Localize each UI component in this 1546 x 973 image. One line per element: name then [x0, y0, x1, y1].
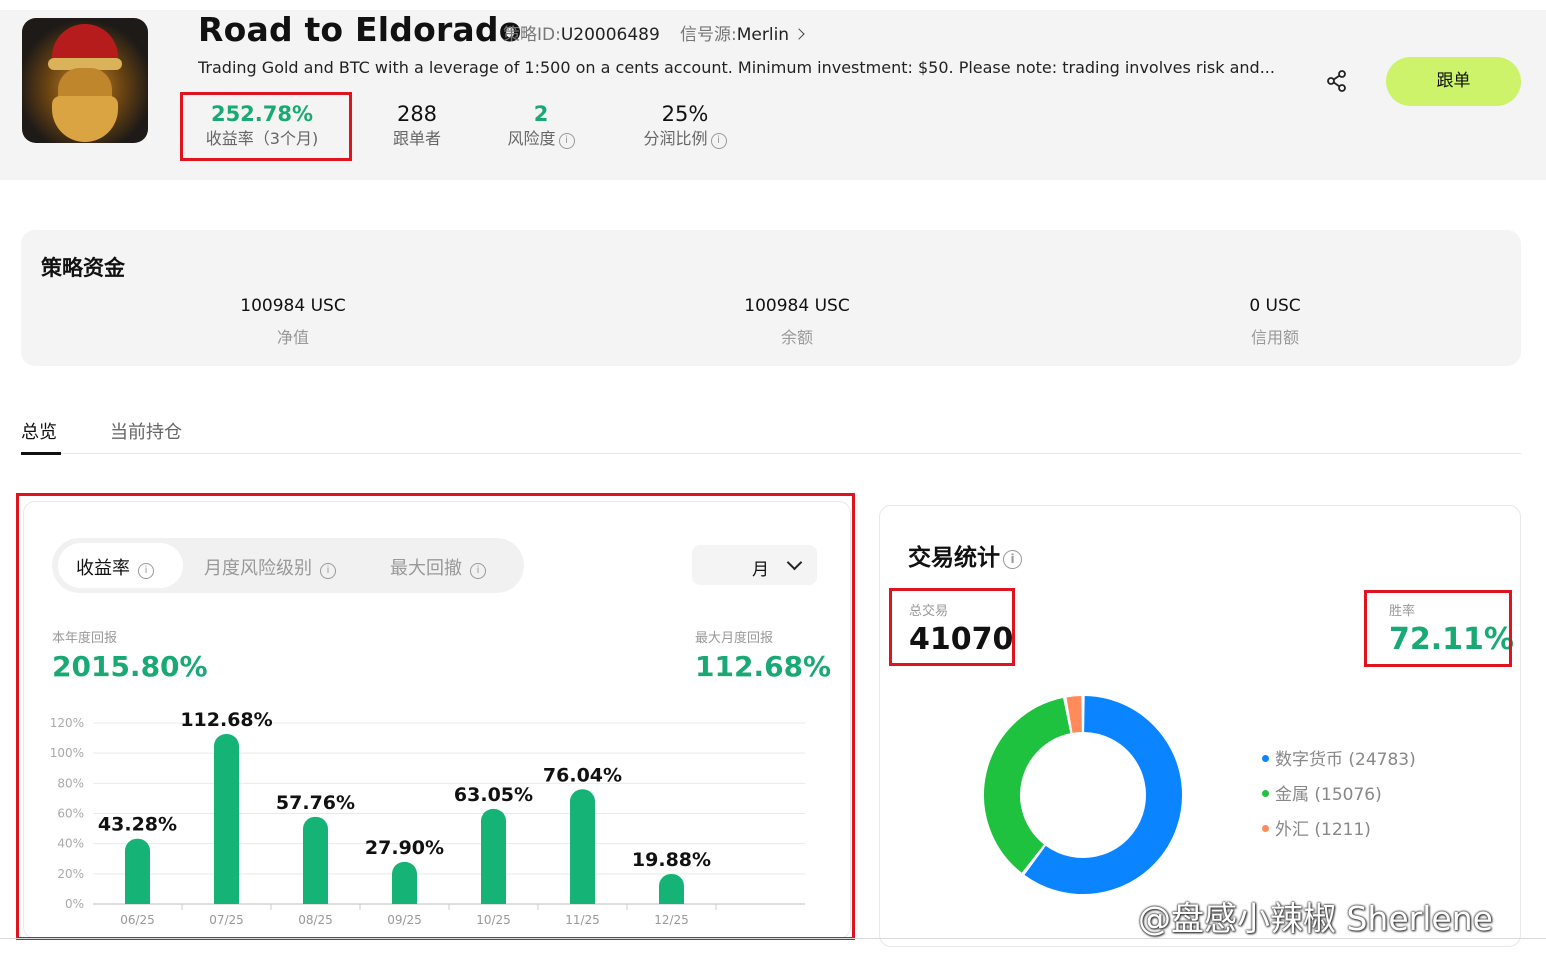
info-icon[interactable]: i: [558, 133, 575, 149]
tab-current-positions[interactable]: 当前持仓: [110, 418, 182, 444]
legend-forex: 外汇 (1211): [1262, 815, 1371, 840]
trade-stats-title: 交易统计 i: [908, 538, 1022, 572]
strategy-description: Trading Gold and BTC with a leverage of …: [198, 58, 1275, 77]
highlight-box: [16, 493, 855, 940]
strategy-id: 策略ID:U20006489: [503, 20, 660, 45]
stat-risk-label: 风险度: [507, 129, 556, 148]
stat-profit-share-label: 分润比例: [643, 129, 708, 148]
fund-credit-label: 信用额: [1250, 328, 1299, 347]
fund-balance-label: 余额: [780, 328, 813, 347]
strategy-title: Road to Eldorado: [198, 10, 522, 49]
signal-source-label: 信号源:: [680, 25, 737, 45]
strategy-avatar: [22, 18, 148, 143]
highlight-box: [889, 588, 1015, 666]
fund-credit: 0 USC 信用额: [1165, 296, 1385, 348]
stat-profit-share-value: 25%: [661, 102, 709, 126]
legend-dot: [1262, 755, 1269, 762]
signal-source-value: Merlin: [736, 25, 790, 45]
stat-risk-value: 2: [533, 102, 549, 126]
fund-net-value: 100984 USC 净值: [183, 296, 403, 348]
fund-net-value-amount: 100984 USC: [240, 296, 346, 316]
avatar-beard: [52, 96, 118, 142]
legend-dot: [1262, 825, 1269, 832]
funds-title: 策略资金: [41, 256, 125, 280]
stat-followers-value: 288: [396, 102, 438, 126]
info-icon[interactable]: i: [710, 133, 727, 149]
chevron-right-icon: [793, 28, 805, 40]
donut-segment-metals: [984, 698, 1071, 873]
fund-balance: 100984 USC 余额: [687, 296, 907, 348]
fund-balance-amount: 100984 USC: [744, 296, 850, 316]
fund-net-value-label: 净值: [276, 328, 309, 347]
donut-segment-forex: [1066, 696, 1083, 733]
legend-crypto-label: 数字货币 (24783): [1275, 750, 1416, 770]
share-icon[interactable]: [1326, 70, 1348, 92]
legend-metals: 金属 (15076): [1262, 780, 1382, 805]
watermark: @盘感小辣椒 Sherlene: [1138, 899, 1493, 938]
info-icon[interactable]: i: [1003, 550, 1022, 569]
highlight-box: [180, 92, 352, 161]
strategy-id-value: U20006489: [560, 25, 660, 45]
fund-credit-amount: 0 USC: [1249, 296, 1301, 316]
legend-dot: [1262, 790, 1269, 797]
legend-metals-label: 金属 (15076): [1275, 785, 1382, 805]
trade-stats-title-text: 交易统计: [908, 545, 1000, 571]
stat-followers: 288 跟单者: [377, 100, 457, 150]
tab-divider: [21, 453, 1521, 454]
strategy-id-label: 策略ID:: [503, 25, 561, 45]
strategy-funds-card: 策略资金 100984 USC 净值 100984 USC 余额 0 USC 信…: [21, 230, 1521, 366]
signal-source-link[interactable]: 信号源:Merlin: [680, 20, 805, 45]
tab-overview[interactable]: 总览: [21, 418, 57, 444]
legend-crypto: 数字货币 (24783): [1262, 745, 1416, 770]
legend-forex-label: 外汇 (1211): [1275, 820, 1371, 840]
highlight-box: [1364, 590, 1512, 667]
stat-followers-label: 跟单者: [392, 129, 441, 148]
follow-button[interactable]: 跟单: [1386, 57, 1521, 106]
tab-active-indicator: [21, 452, 61, 455]
trade-category-donut: [984, 696, 1182, 894]
stat-profit-share: 25% 分润比例 i: [630, 100, 740, 150]
stat-risk: 2 风险度 i: [496, 100, 586, 150]
